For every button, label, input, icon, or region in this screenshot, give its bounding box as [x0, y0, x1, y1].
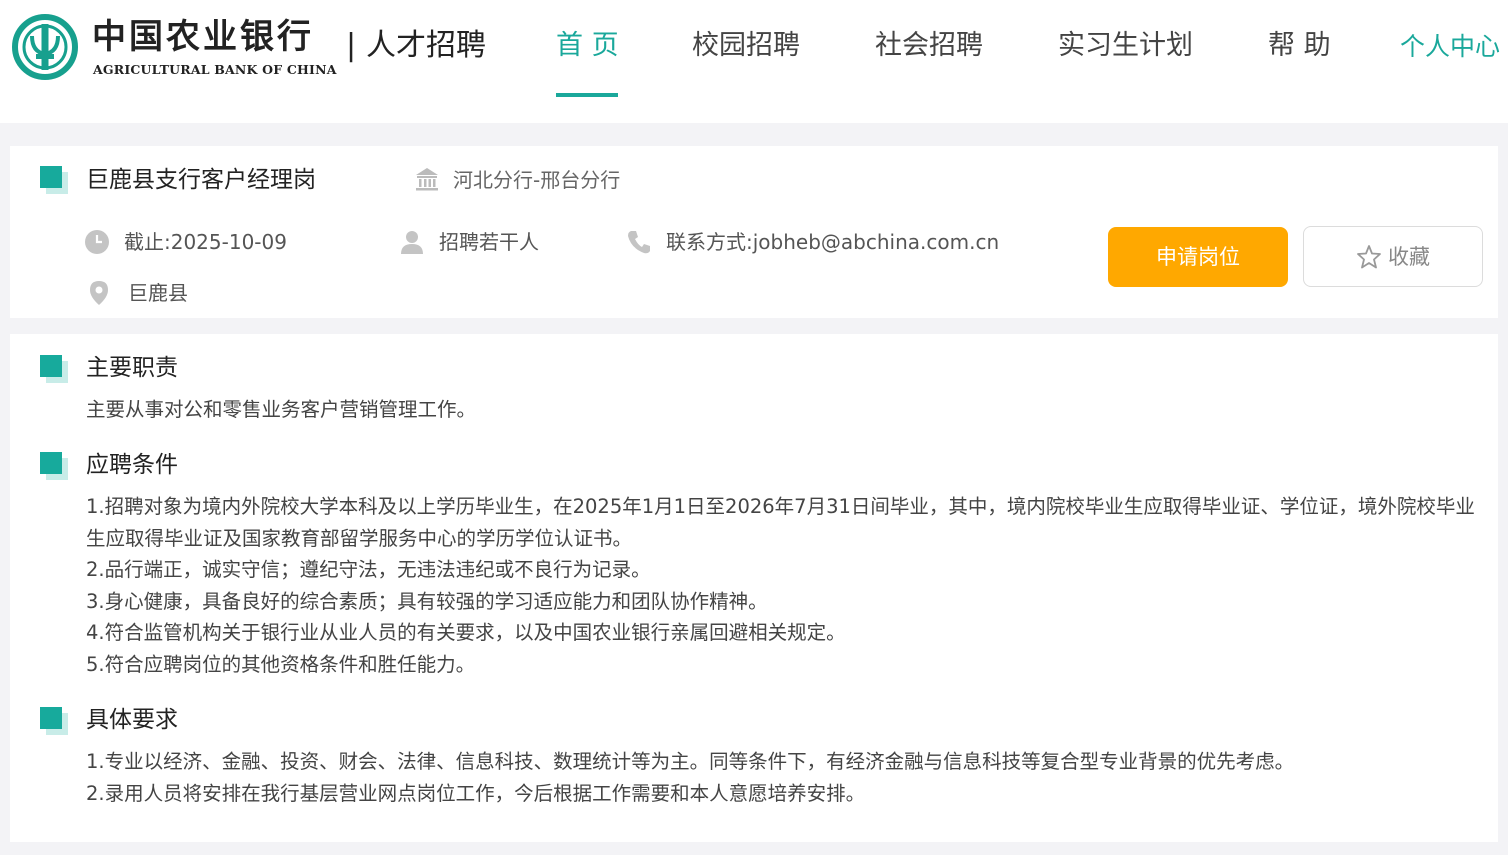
apply-button[interactable]: 申请岗位: [1108, 227, 1288, 287]
conditions-content: 1.招聘对象为境内外院校大学本科及以上学历毕业生，在2025年1月1日至2026…: [86, 491, 1476, 681]
favorite-button[interactable]: 收藏: [1303, 226, 1483, 287]
site-subtitle: 人才招聘: [366, 28, 486, 63]
requirements-line: 1.专业以经济、金融、投资、财会、法律、信息科技、数理统计等为主。同等条件下，有…: [86, 750, 1295, 773]
job-branch: 河北分行-邢台分行: [453, 168, 621, 192]
nav-social-recruitment[interactable]: 社会招聘: [875, 26, 983, 66]
conditions-line: 2.品行端正，诚实守信；遵纪守法，无违法违纪或不良行为记录。: [86, 558, 651, 582]
nav-campus-recruitment[interactable]: 校园招聘: [692, 26, 800, 66]
job-location: 巨鹿县: [128, 281, 188, 305]
section-title-conditions: 应聘条件: [86, 452, 178, 478]
phone-icon: [628, 231, 650, 254]
person-icon: [401, 231, 423, 254]
section-marker-icon: [40, 166, 68, 194]
header: 中国农业银行 AGRICULTURAL BANK OF CHINA | 人才招聘…: [0, 0, 1508, 123]
section-marker-icon: [40, 452, 68, 480]
star-icon: [1357, 245, 1381, 269]
job-headcount: 招聘若干人: [439, 230, 539, 254]
nav-personal-center[interactable]: 个人中心: [1400, 27, 1500, 67]
job-contact: 联系方式:jobheb@abchina.com.cn: [666, 230, 1000, 254]
brand-name-en: AGRICULTURAL BANK OF CHINA: [93, 62, 337, 77]
nav-active-indicator: [556, 93, 618, 97]
conditions-line: 1.招聘对象为境内外院校大学本科及以上学历毕业生，在2025年1月1日至2026…: [86, 495, 1475, 550]
section-marker-icon: [40, 355, 68, 383]
conditions-line: 4.符合监管机构关于银行业从业人员的有关要求，以及中国农业银行亲属回避相关规定。: [86, 621, 846, 645]
brand-separator: |: [346, 28, 357, 63]
conditions-line: 5.符合应聘岗位的其他资格条件和胜任能力。: [86, 652, 476, 676]
section-marker-icon: [40, 707, 68, 735]
conditions-line: 3.身心健康，具备良好的综合素质；具有较强的学习适应能力和团队协作精神。: [86, 589, 768, 613]
nav-intern-program[interactable]: 实习生计划: [1058, 26, 1193, 66]
requirements-line: 2.录用人员将安排在我行基层营业网点岗位工作，今后根据工作需要和本人意愿培养安排…: [86, 781, 866, 805]
job-deadline: 截止:2025-10-09: [124, 230, 287, 254]
favorite-label: 收藏: [1388, 245, 1430, 269]
clock-icon: [85, 230, 109, 254]
requirements-content: 1.专业以经济、金融、投资、财会、法律、信息科技、数理统计等为主。同等条件下，有…: [86, 746, 1476, 809]
job-title: 巨鹿县支行客户经理岗: [86, 167, 316, 193]
nav-home[interactable]: 首 页: [556, 26, 619, 66]
section-title-requirements: 具体要求: [86, 707, 178, 733]
location-pin-icon: [90, 281, 108, 305]
abc-logo-icon[interactable]: [12, 14, 78, 80]
nav-help[interactable]: 帮 助: [1268, 26, 1331, 66]
duties-content: 主要从事对公和零售业务客户营销管理工作。: [86, 394, 1476, 426]
duties-line: 主要从事对公和零售业务客户营销管理工作。: [86, 398, 477, 421]
section-title-duties: 主要职责: [86, 355, 178, 381]
bank-building-icon: [416, 168, 438, 191]
brand-name-cn: 中国农业银行: [92, 17, 314, 57]
